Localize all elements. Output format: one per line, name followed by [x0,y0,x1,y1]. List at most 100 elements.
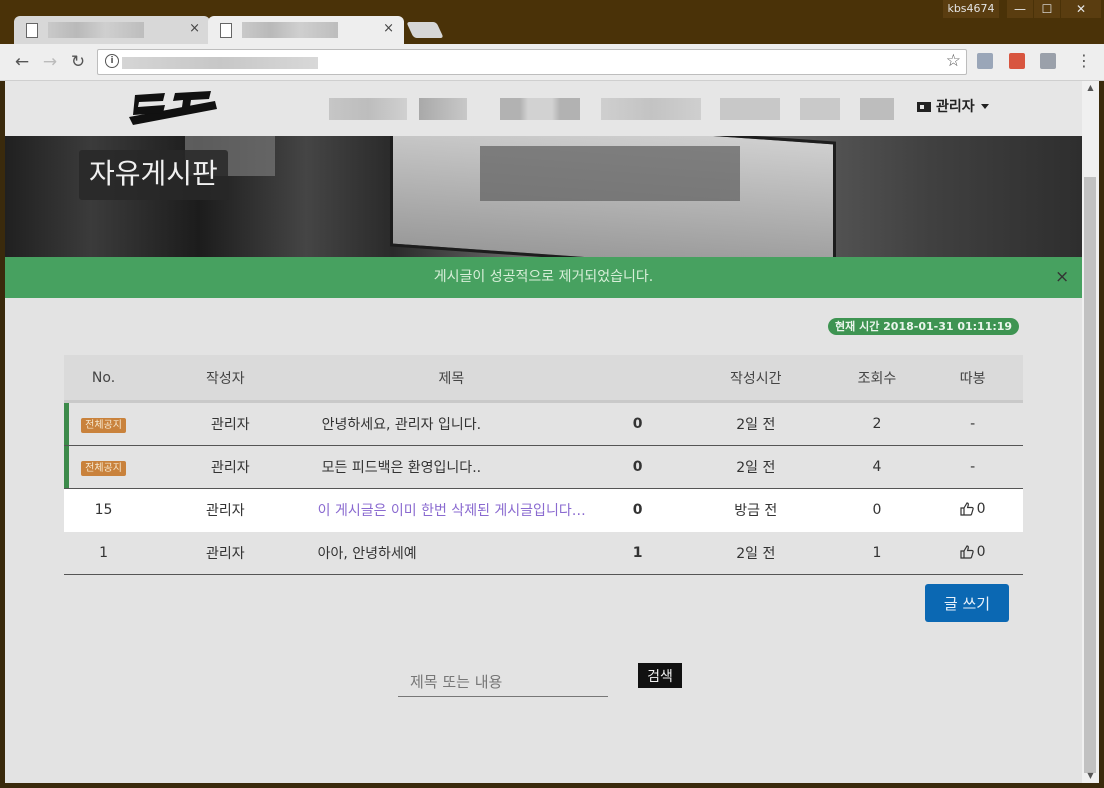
tab-title-blurred [242,22,338,38]
column-header-time: 작성시간 [679,355,832,403]
post-comment-count: 0 [595,401,680,446]
bookmark-star-icon[interactable]: ☆ [946,51,961,71]
scroll-down-arrow-icon[interactable]: ▼ [1082,769,1099,783]
like-count: 0 [976,543,986,560]
nav-item-3[interactable] [500,98,580,120]
like-button[interactable]: 0 [960,501,986,517]
post-views: 1 [831,531,923,575]
extension-icon-3[interactable] [1040,53,1056,69]
tab-close-icon[interactable]: × [383,21,394,36]
like-count: 0 [976,500,986,517]
nav-item-5[interactable] [720,98,780,120]
minimize-button[interactable]: — [1007,0,1033,18]
post-author: 관리자 [143,445,308,489]
post-title-link[interactable]: 모든 피드백은 환영입니다.. [307,445,596,489]
close-window-button[interactable]: ✕ [1061,0,1101,18]
browser-menu-icon[interactable]: ⋮ [1076,53,1092,69]
post-views: 4 [831,445,923,489]
post-no: 전체공지 [64,445,144,489]
id-card-icon [917,102,931,112]
url-blurred [122,57,318,69]
post-views: 2 [831,401,923,446]
reload-button[interactable]: ↻ [66,50,90,74]
thumbs-up-icon [960,544,974,559]
post-no: 15 [64,488,144,532]
post-likes: 0 [922,531,1023,575]
post-comment-count: 0 [595,445,680,489]
maximize-button[interactable]: ☐ [1034,0,1060,18]
post-likes: 0 [922,488,1023,532]
browser-tab-2[interactable]: × [208,16,404,44]
column-header-author: 작성자 [143,355,308,403]
nav-item-7[interactable] [860,98,894,120]
post-title-link[interactable]: 안녕하세요, 관리자 입니다. [307,401,596,446]
document-icon [220,23,232,38]
extension-icon-2[interactable] [1009,53,1025,69]
tab-title-blurred [48,22,144,38]
post-time: 2일 전 [679,531,832,575]
post-no: 1 [64,531,144,575]
post-no: 전체공지 [64,401,144,446]
column-header-likes: 따봉 [922,355,1023,403]
post-author: 관리자 [143,488,308,532]
info-icon[interactable]: i [105,54,119,68]
column-header-comments [595,355,680,403]
post-time: 2일 전 [679,401,832,446]
notice-badge: 전체공지 [81,417,126,433]
site-logo[interactable]: 로고 [125,87,220,129]
logo-text: 로고 [125,87,154,91]
browser-title-bar: × × kbs4674 — ☐ ✕ [0,0,1104,44]
caret-down-icon [980,104,989,109]
hero-blurred-area [480,146,740,201]
write-post-button[interactable]: 글 쓰기 [925,584,1009,622]
nav-item-6[interactable] [800,98,840,120]
admin-dropdown[interactable]: 관리자 [917,96,989,118]
alert-message: 게시글이 성공적으로 제거되었습니다. [433,269,654,285]
nav-item-1[interactable] [329,98,407,120]
address-bar[interactable]: i ☆ [97,49,967,75]
board-table: No. 작성자 제목 작성시간 조회수 따봉 전체공지 관리자 안녕하세요, 관… [64,355,1023,575]
new-tab-button[interactable] [406,22,444,38]
tab-close-icon[interactable]: × [189,21,200,36]
forward-button[interactable]: → [38,50,62,74]
post-likes: - [922,445,1023,489]
current-time-badge: 현재 시간 2018-01-31 01:11:19 [828,318,1020,335]
search-button[interactable]: 검색 [638,663,682,688]
browser-tab-1[interactable]: × [14,16,210,44]
hero-banner: 자유게시판 [5,136,1082,257]
post-author: 관리자 [143,401,308,446]
profile-user-badge[interactable]: kbs4674 [943,0,999,18]
post-title-link[interactable]: 아아, 안녕하세예 [307,531,596,575]
like-button[interactable]: 0 [960,544,986,560]
table-row[interactable]: 15 관리자 이 게시글은 이미 한번 삭제된 게시글입니다… 0 방금 전 0… [64,488,1023,532]
scrollbar-thumb[interactable] [1084,177,1096,773]
page-viewport: 로고 관리자 자유게시판 게시글이 성공적으로 제거되었습니다. × 현재 시간… [5,81,1082,783]
success-alert: 게시글이 성공적으로 제거되었습니다. × [5,257,1082,298]
post-title-link[interactable]: 이 게시글은 이미 한번 삭제된 게시글입니다… [307,488,596,532]
back-button[interactable]: ← [10,50,34,74]
page-scrollbar[interactable]: ▲ ▼ [1082,81,1099,783]
scroll-up-arrow-icon[interactable]: ▲ [1082,81,1099,95]
table-row[interactable]: 전체공지 관리자 안녕하세요, 관리자 입니다. 0 2일 전 2 - [64,401,1023,446]
column-header-views: 조회수 [831,355,923,403]
post-time: 방금 전 [679,488,832,532]
post-author: 관리자 [143,531,308,575]
admin-label: 관리자 [936,99,975,115]
alert-close-icon[interactable]: × [1055,267,1069,287]
site-header: 로고 관리자 [5,81,1082,136]
browser-toolbar: ← → ↻ i ☆ ⋮ [0,44,1104,81]
document-icon [26,23,38,38]
nav-item-4[interactable] [601,98,701,120]
table-row[interactable]: 1 관리자 아아, 안녕하세예 1 2일 전 1 0 [64,531,1023,575]
post-likes: - [922,401,1023,446]
post-comment-count: 1 [595,531,680,575]
table-header-row: No. 작성자 제목 작성시간 조회수 따봉 [64,355,1023,403]
nav-item-2[interactable] [419,98,467,120]
table-row[interactable]: 전체공지 관리자 모든 피드백은 환영입니다.. 0 2일 전 4 - [64,445,1023,489]
post-comment-count: 0 [595,488,680,532]
extension-icon-1[interactable] [977,53,993,69]
post-time: 2일 전 [679,445,832,489]
search-input[interactable] [398,667,608,697]
thumbs-up-icon [960,501,974,516]
page-title: 자유게시판 [79,150,228,200]
